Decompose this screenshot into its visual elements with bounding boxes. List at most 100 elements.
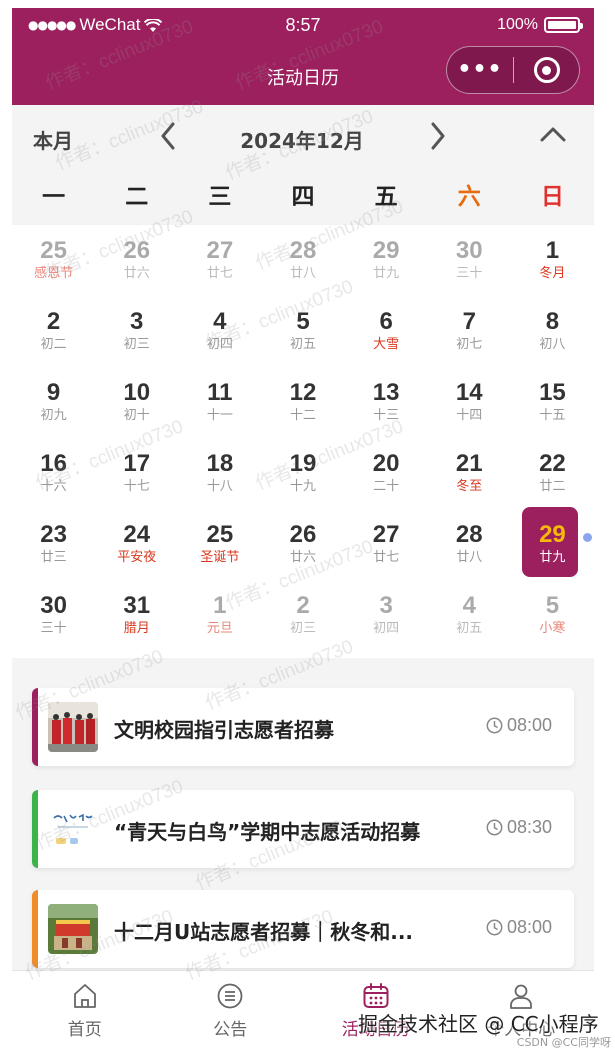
lunar-date: 廿六 [289,550,316,565]
chevron-right-icon[interactable] [426,119,450,153]
lunar-date: 初九 [40,408,67,423]
calendar-day[interactable]: 23 廿三 [12,513,95,584]
tab-home[interactable]: 首页 [12,971,158,1054]
notice-icon [217,983,243,1009]
calendar-day-today[interactable]: 29 廿九 [511,507,594,584]
lunar-date: 十五 [539,408,566,423]
day-number: 10 [123,379,151,406]
weekday-thu: 四 [291,184,315,210]
weekday-sat: 六 [457,184,481,210]
current-month-button[interactable]: 本月 [33,125,73,154]
chevron-up-icon[interactable] [538,121,568,147]
calendar-day[interactable]: 21 冬至 [428,442,511,513]
day-number: 26 [123,237,151,264]
calendar-day[interactable]: 11 十一 [178,371,261,442]
calendar-icon [363,983,389,1008]
event-color-bar [32,890,38,968]
day-number: 3 [379,592,393,619]
calendar-day[interactable]: 27 廿七 [345,513,428,584]
calendar-day[interactable]: 14 十四 [428,371,511,442]
calendar-day[interactable]: 31 腊月 [95,584,178,655]
event-card[interactable]: 十二月U站志愿者招募｜秋冬和... 08:00 [32,890,574,968]
calendar-day[interactable]: 30 三十 [12,584,95,655]
more-dots-icon[interactable]: ••• [447,46,513,94]
event-time-text: 08:00 [506,715,552,735]
lunar-date: 冬至 [456,479,483,494]
chevron-left-icon[interactable] [156,119,180,153]
event-time-text: 08:00 [506,917,552,937]
calendar-day[interactable]: 9 初九 [12,371,95,442]
event-thumbnail [48,904,98,954]
lunar-date: 初四 [206,337,233,352]
lunar-date: 十八 [206,479,233,494]
calendar-day[interactable]: 1 冬月 [511,229,594,300]
calendar-day[interactable]: 26 廿六 [95,229,178,300]
day-number: 15 [539,379,566,406]
day-number: 4 [213,308,227,335]
calendar-day[interactable]: 2 初三 [261,584,344,655]
lunar-date: 腊月 [123,621,150,636]
calendar-day[interactable]: 28 廿八 [428,513,511,584]
day-number: 18 [206,450,234,477]
calendar-day[interactable]: 4 初四 [178,300,261,371]
event-title: “青天与白鸟”学期中志愿活动招募 [114,820,421,844]
event-card[interactable]: 文明校园指引志愿者招募 08:00 [32,688,574,766]
calendar-day[interactable]: 10 初十 [95,371,178,442]
calendar-day[interactable]: 25 感恩节 [12,229,95,300]
calendar-day[interactable]: 5 初五 [261,300,344,371]
lunar-date: 大雪 [373,337,400,352]
day-number: 6 [379,308,393,335]
lunar-date: 廿三 [40,550,67,565]
calendar-grid: 25 感恩节 26 廿六 27 廿七 28 廿八 29 廿九 30 三十 1 冬月 2 初二 3 初三 4 初四 5 初五… [12,225,594,658]
day-number: 19 [289,450,317,477]
calendar-day[interactable]: 8 初八 [511,300,594,371]
lunar-date: 廿六 [123,266,150,281]
weekday-header: 一 二 三 四 五 六 日 [12,169,594,225]
lunar-date: 廿七 [373,550,400,565]
calendar-day[interactable]: 30 三十 [428,229,511,300]
tab-notice[interactable]: 公告 [158,971,304,1054]
day-number: 3 [130,308,144,335]
calendar-day[interactable]: 24 平安夜 [95,513,178,584]
calendar-day[interactable]: 25 圣诞节 [178,513,261,584]
calendar-day[interactable]: 2 初二 [12,300,95,371]
clock-icon [486,919,503,936]
day-number: 30 [40,592,67,619]
event-card[interactable]: “青天与白鸟”学期中志愿活动招募 08:30 [32,790,574,868]
day-number: 13 [372,379,400,406]
day-number: 12 [289,379,317,406]
calendar-day[interactable]: 20 二十 [345,442,428,513]
day-number: 16 [40,450,67,477]
calendar-day[interactable]: 3 初四 [345,584,428,655]
calendar-day[interactable]: 12 十二 [261,371,344,442]
calendar-day[interactable]: 19 十九 [261,442,344,513]
calendar-day[interactable]: 1 元旦 [178,584,261,655]
battery-icon [544,17,583,33]
calendar-day[interactable]: 17 十七 [95,442,178,513]
calendar-day[interactable]: 22 廿二 [511,442,594,513]
calendar-day[interactable]: 29 廿九 [345,229,428,300]
day-number: 4 [462,592,476,619]
lunar-date: 初三 [289,621,316,636]
calendar-day[interactable]: 4 初五 [428,584,511,655]
lunar-date: 廿八 [289,266,316,281]
calendar-day[interactable]: 15 十五 [511,371,594,442]
calendar-day[interactable]: 3 初三 [95,300,178,371]
lunar-date: 二十 [373,479,400,494]
lunar-date: 初五 [456,621,483,636]
calendar-day[interactable]: 5 小寒 [511,584,594,655]
event-color-bar [32,790,38,868]
close-miniprogram-button[interactable] [514,57,579,83]
calendar-day[interactable]: 6 大雪 [345,300,428,371]
calendar-day[interactable]: 13 十三 [345,371,428,442]
calendar-day[interactable]: 18 十八 [178,442,261,513]
calendar-day[interactable]: 28 廿八 [261,229,344,300]
calendar-day[interactable]: 27 廿七 [178,229,261,300]
day-number: 2 [46,308,61,335]
lunar-date: 十六 [40,479,67,494]
calendar-day[interactable]: 26 廿六 [261,513,344,584]
day-number: 21 [455,450,483,477]
calendar-day[interactable]: 16 十六 [12,442,95,513]
day-number: 5 [296,308,310,335]
calendar-day[interactable]: 7 初七 [428,300,511,371]
